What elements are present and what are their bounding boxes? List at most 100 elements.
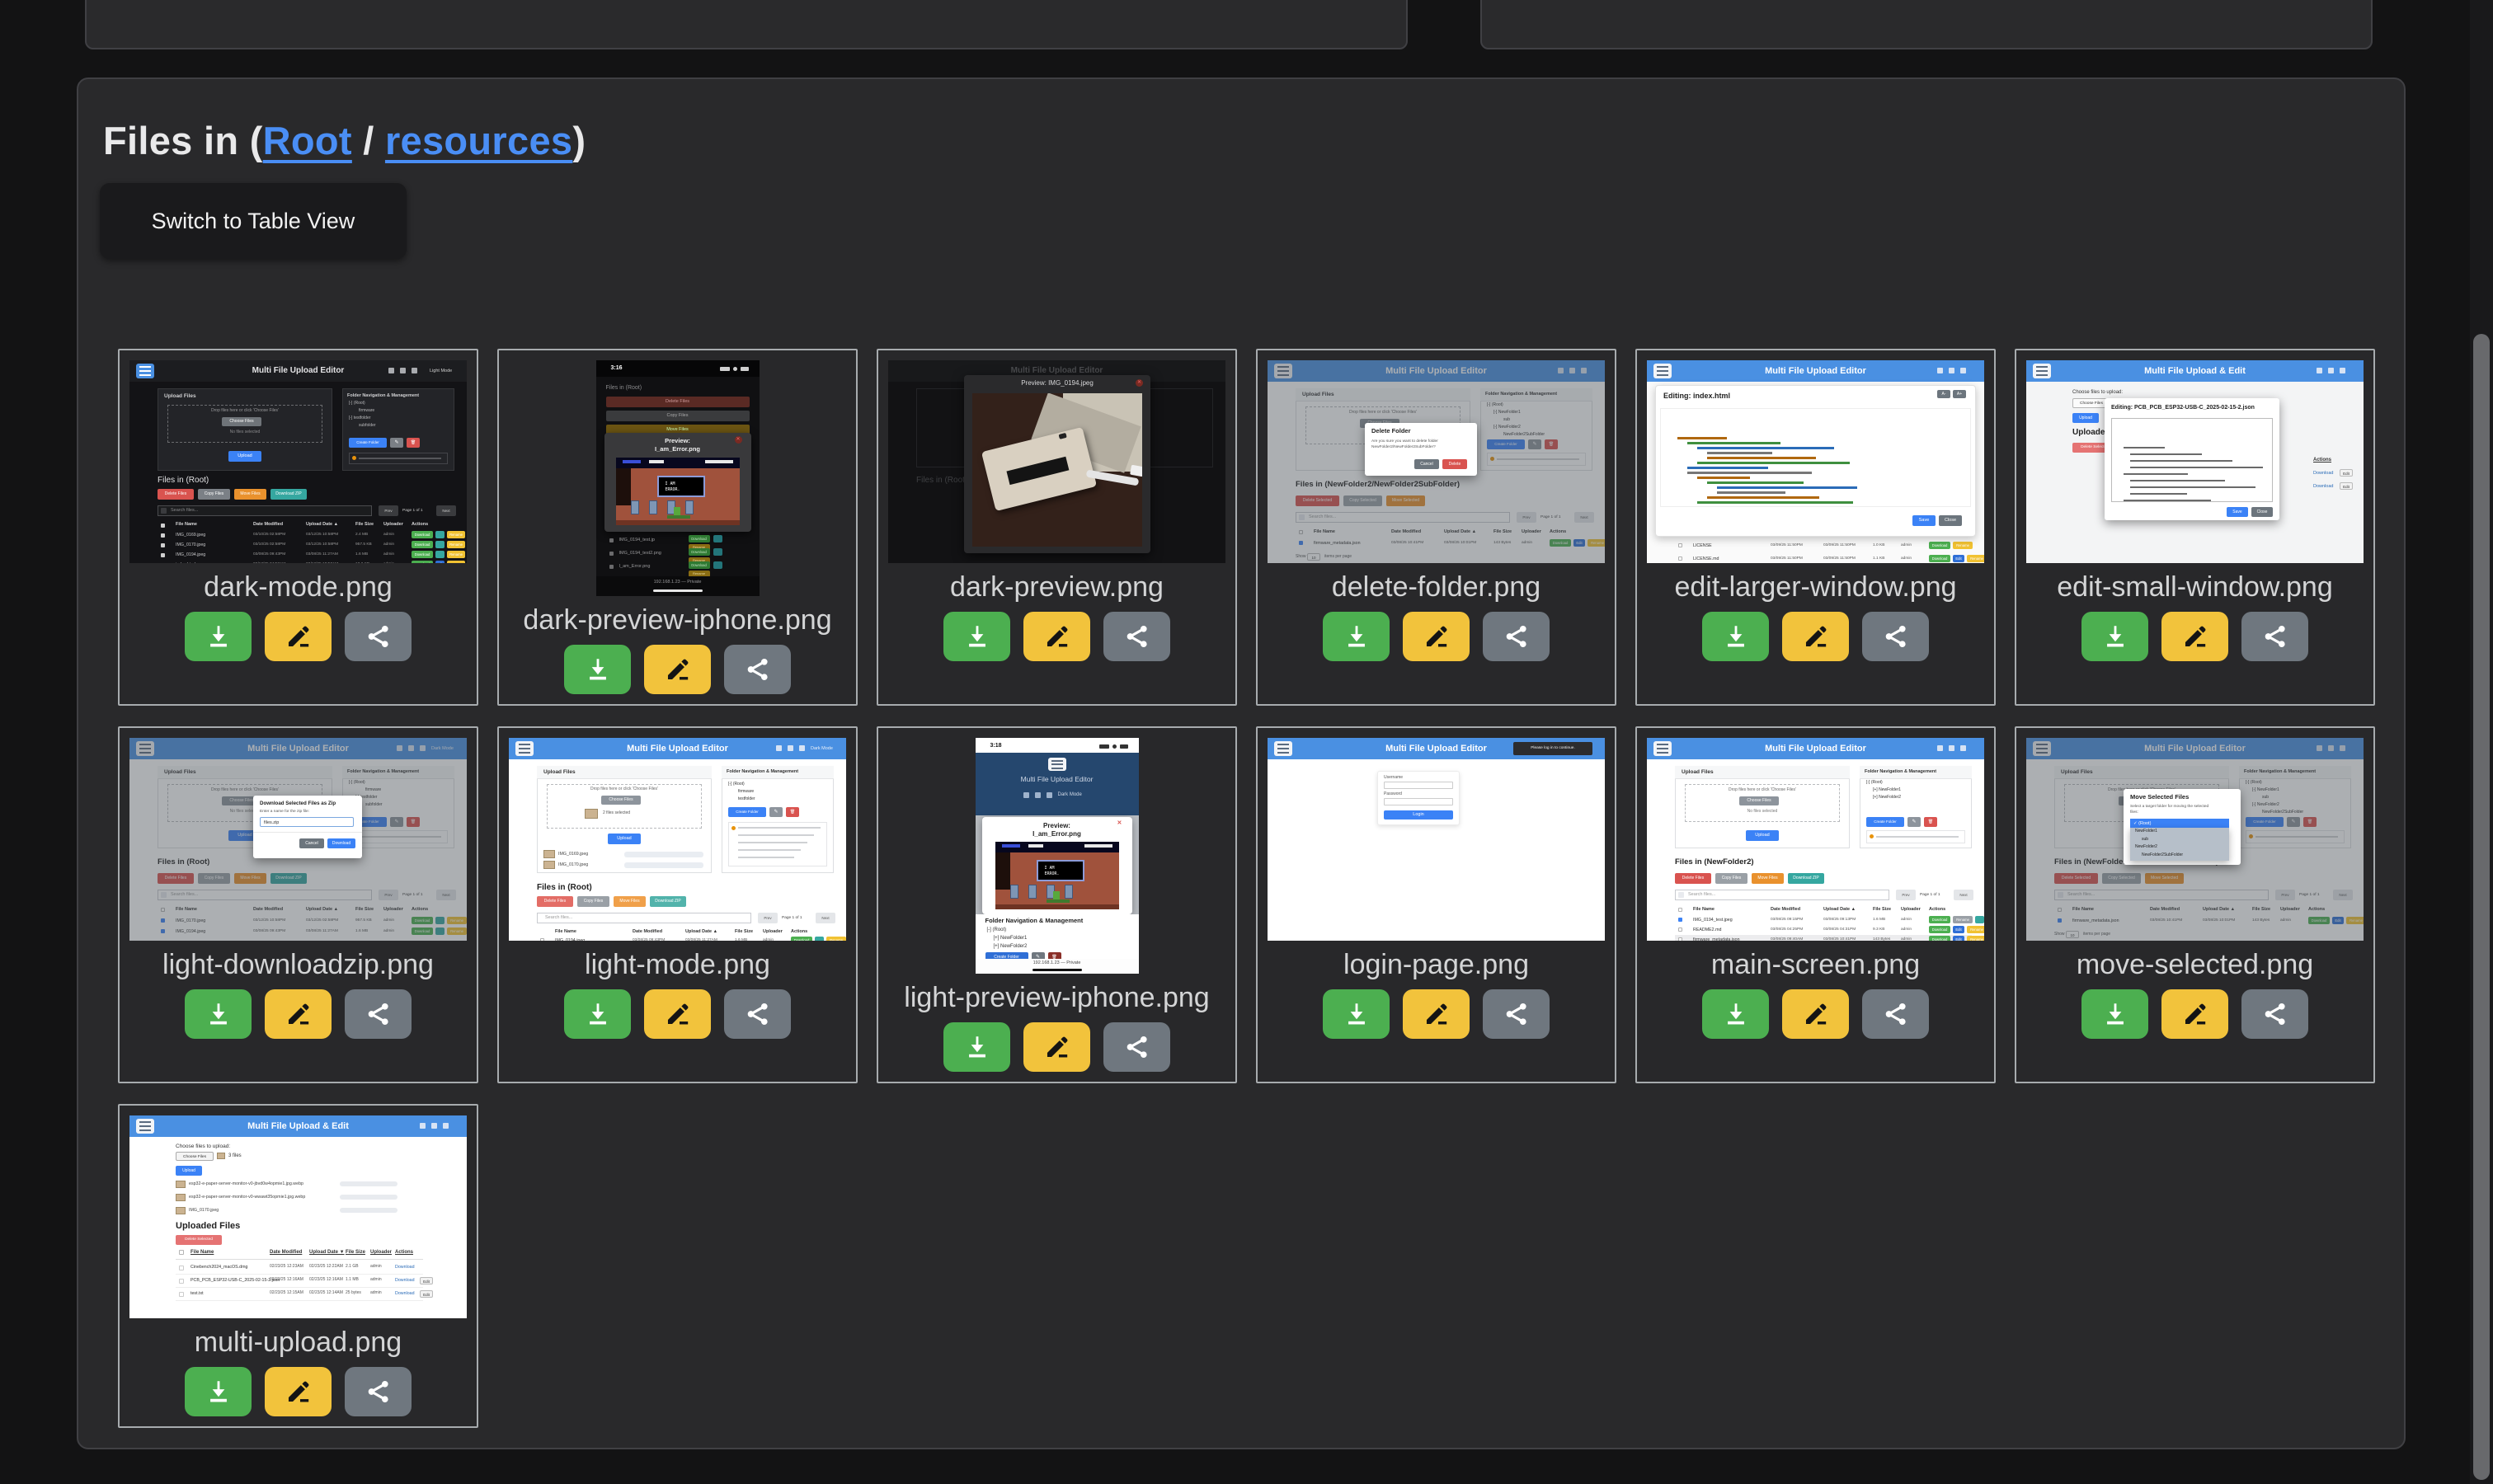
download-button[interactable] — [564, 989, 631, 1039]
share-icon — [1882, 622, 1910, 650]
file-actions — [1323, 612, 1550, 661]
file-thumbnail[interactable]: Multi File Upload EditorUpload FilesDrop… — [1268, 360, 1605, 563]
edit-button[interactable] — [1782, 989, 1849, 1039]
file-thumbnail[interactable]: Multi File Upload EditorUpload FilesDrop… — [1647, 738, 1984, 941]
share-icon — [1123, 622, 1151, 650]
download-button[interactable] — [564, 645, 631, 694]
file-thumbnail[interactable]: Multi File Upload EditorFiles in (Root)P… — [888, 360, 1225, 563]
file-name: dark-preview.png — [950, 571, 1164, 603]
download-icon — [1343, 622, 1371, 650]
share-button[interactable] — [1483, 989, 1550, 1039]
download-icon — [963, 622, 991, 650]
file-thumbnail[interactable]: Multi File Upload & EditChoose files to … — [2026, 360, 2364, 563]
pencil-icon — [1423, 1000, 1451, 1028]
thumbnail-art: Multi File Upload EditorLight ModeUpload… — [129, 360, 467, 563]
file-name: multi-upload.png — [195, 1327, 402, 1359]
file-thumbnail[interactable]: Multi File Upload EditorLICENSE03/09/25 … — [1647, 360, 1984, 563]
switch-to-table-view-button[interactable]: Switch to Table View — [100, 183, 407, 259]
file-thumbnail[interactable]: 3:18Multi File Upload EditorDark ModeUpl… — [976, 738, 1139, 974]
pencil-icon — [285, 1000, 313, 1028]
share-button[interactable] — [724, 989, 791, 1039]
file-card: Multi File Upload EditorLight ModeUpload… — [118, 349, 478, 706]
download-icon — [1722, 1000, 1750, 1028]
file-grid: Multi File Upload EditorLight ModeUpload… — [118, 349, 2375, 1428]
file-card: 3:16Files in (Root)Delete FilesCopy File… — [497, 349, 858, 706]
share-icon — [1503, 622, 1531, 650]
share-button[interactable] — [1483, 612, 1550, 661]
edit-button[interactable] — [1023, 612, 1090, 661]
edit-button[interactable] — [1782, 612, 1849, 661]
download-button[interactable] — [185, 989, 252, 1039]
share-button[interactable] — [345, 612, 412, 661]
download-icon — [205, 622, 233, 650]
breadcrumb-current-link[interactable]: resources — [385, 119, 572, 162]
top-panel-right — [1480, 0, 2373, 49]
download-button[interactable] — [185, 1367, 252, 1416]
page: { "header": { "title_prefix": "Files in … — [0, 0, 2493, 1484]
file-thumbnail[interactable]: 3:16Files in (Root)Delete FilesCopy File… — [596, 360, 760, 596]
download-button[interactable] — [1702, 989, 1769, 1039]
download-button[interactable] — [943, 1022, 1010, 1072]
download-icon — [584, 1000, 612, 1028]
share-button[interactable] — [1862, 989, 1929, 1039]
page-title: Files in (Root / resources) — [103, 118, 586, 163]
download-button[interactable] — [2081, 989, 2148, 1039]
pencil-icon — [1423, 622, 1451, 650]
share-button[interactable] — [2241, 612, 2308, 661]
edit-button[interactable] — [2161, 989, 2228, 1039]
share-icon — [2261, 1000, 2289, 1028]
download-button[interactable] — [1323, 612, 1390, 661]
edit-button[interactable] — [644, 645, 711, 694]
file-thumbnail[interactable]: Multi File Upload EditorDark ModeUpload … — [129, 738, 467, 941]
title-suffix: ) — [572, 119, 586, 162]
edit-button[interactable] — [2161, 612, 2228, 661]
breadcrumb-root-link[interactable]: Root — [263, 119, 352, 162]
download-button[interactable] — [2081, 612, 2148, 661]
top-panel-left — [85, 0, 1408, 49]
file-actions — [185, 612, 412, 661]
download-button[interactable] — [1702, 612, 1769, 661]
file-thumbnail[interactable]: Multi File Upload EditorDark ModeUpload … — [509, 738, 846, 941]
edit-button[interactable] — [265, 1367, 332, 1416]
scrollbar-track[interactable] — [2470, 0, 2493, 1484]
file-actions — [943, 612, 1170, 661]
file-thumbnail[interactable]: Multi File Upload & EditChoose files to … — [129, 1115, 467, 1318]
edit-button[interactable] — [644, 989, 711, 1039]
share-button[interactable] — [1103, 612, 1170, 661]
file-thumbnail[interactable]: Multi File Upload EditorUpload FilesDrop… — [2026, 738, 2364, 941]
file-name: main-screen.png — [1711, 949, 1920, 981]
share-button[interactable] — [1103, 1022, 1170, 1072]
file-actions — [2081, 989, 2308, 1039]
file-name: light-mode.png — [585, 949, 770, 981]
download-icon — [2101, 622, 2129, 650]
file-card: Multi File Upload EditorUpload FilesDrop… — [1635, 726, 1996, 1083]
file-card: Multi File Upload EditorFiles in (Root)P… — [877, 349, 1237, 706]
share-button[interactable] — [2241, 989, 2308, 1039]
file-card: Multi File Upload & EditChoose files to … — [2015, 349, 2375, 706]
title-prefix: Files in ( — [103, 119, 263, 162]
download-button[interactable] — [943, 612, 1010, 661]
file-thumbnail[interactable]: Multi File Upload EditorPlease log in to… — [1268, 738, 1605, 941]
share-button[interactable] — [345, 1367, 412, 1416]
file-actions — [1323, 989, 1550, 1039]
share-button[interactable] — [345, 989, 412, 1039]
scrollbar-thumb[interactable] — [2473, 334, 2490, 1480]
file-card: Multi File Upload EditorPlease log in to… — [1256, 726, 1616, 1083]
pencil-icon — [664, 1000, 692, 1028]
edit-button[interactable] — [1403, 612, 1470, 661]
edit-button[interactable] — [265, 612, 332, 661]
file-actions — [564, 989, 791, 1039]
download-icon — [205, 1000, 233, 1028]
share-button[interactable] — [724, 645, 791, 694]
edit-button[interactable] — [1023, 1022, 1090, 1072]
download-button[interactable] — [1323, 989, 1390, 1039]
share-button[interactable] — [1862, 612, 1929, 661]
edit-button[interactable] — [1403, 989, 1470, 1039]
edit-button[interactable] — [265, 989, 332, 1039]
file-card: Multi File Upload EditorDark ModeUpload … — [118, 726, 478, 1083]
file-thumbnail[interactable]: Multi File Upload EditorLight ModeUpload… — [129, 360, 467, 563]
download-icon — [205, 1378, 233, 1406]
download-button[interactable] — [185, 612, 252, 661]
file-card: Multi File Upload EditorUpload FilesDrop… — [1256, 349, 1616, 706]
file-name: dark-preview-iphone.png — [523, 604, 831, 636]
